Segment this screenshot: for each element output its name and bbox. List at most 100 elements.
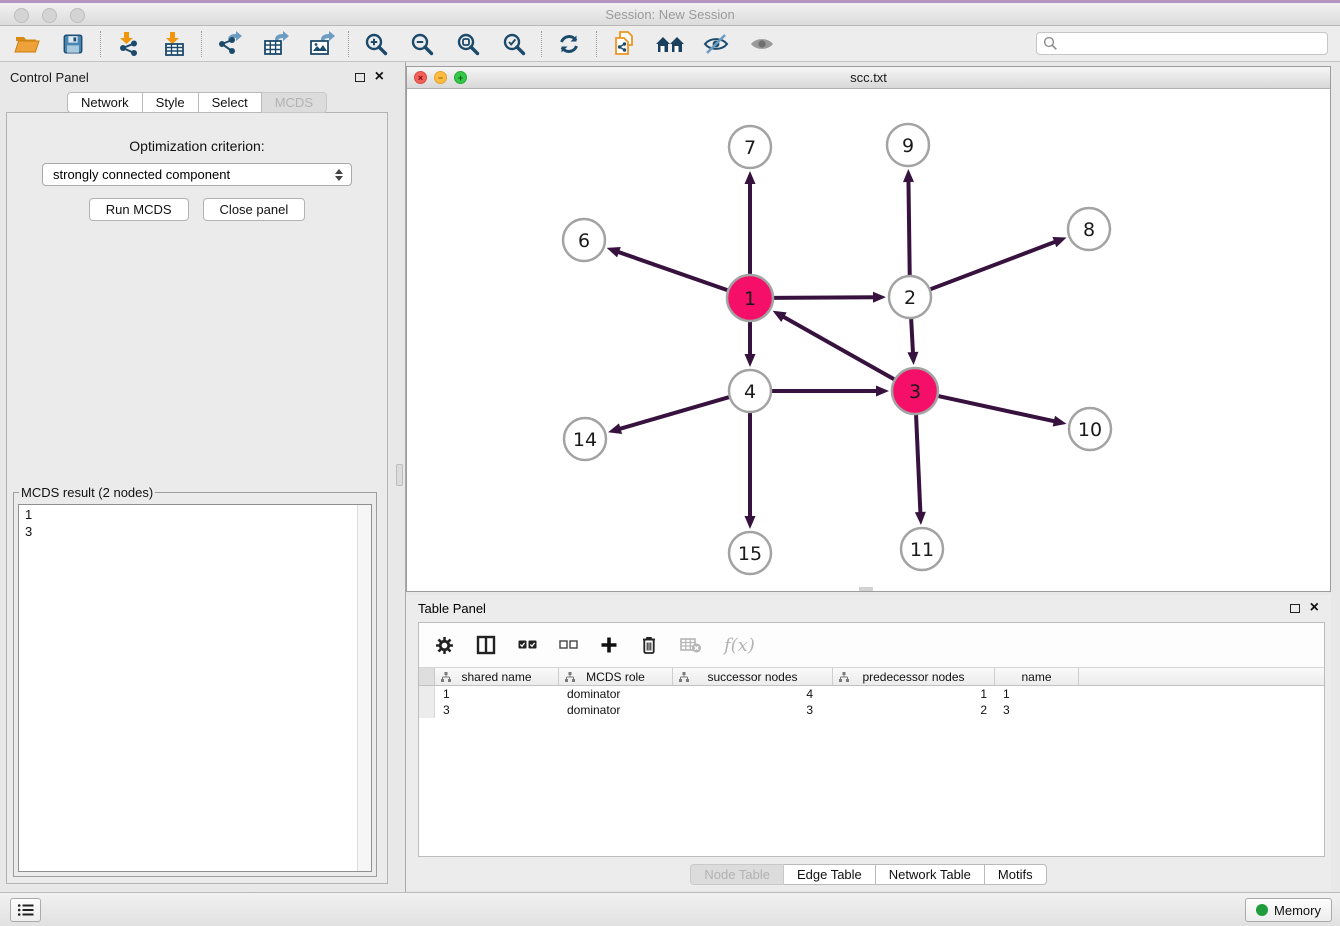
zoom-in-button[interactable]: [361, 30, 391, 58]
show-details-button[interactable]: [747, 30, 777, 58]
column-header-shared-name[interactable]: shared name: [435, 668, 559, 685]
graph-arrowhead-icon: [876, 386, 889, 397]
clone-network-button[interactable]: [609, 30, 639, 58]
graph-edge-4-14[interactable]: [619, 397, 729, 429]
table-cell[interactable]: 3: [435, 702, 559, 718]
table-cell[interactable]: dominator: [559, 702, 673, 718]
close-table-panel-icon[interactable]: ×: [1310, 603, 1319, 613]
graph-edge-3-1[interactable]: [782, 316, 894, 379]
criterion-select[interactable]: strongly connected component: [42, 163, 352, 186]
table-row[interactable]: 1dominator411: [435, 686, 1324, 702]
export-image-button[interactable]: [306, 30, 336, 58]
toolbar-separator: [596, 31, 597, 57]
open-file-button[interactable]: [12, 30, 42, 58]
graph-arrowhead-icon: [1052, 237, 1066, 247]
export-network-button[interactable]: [214, 30, 244, 58]
table-header-row: shared nameMCDS rolesuccessor nodesprede…: [419, 667, 1324, 686]
table-tab-motifs[interactable]: Motifs: [985, 864, 1047, 885]
graph-edge-2-8[interactable]: [931, 241, 1057, 289]
graph-edge-1-2[interactable]: [774, 297, 875, 298]
canvas-resize-handle[interactable]: [859, 587, 873, 591]
hierarchy-icon: [679, 672, 689, 682]
memory-button[interactable]: Memory: [1245, 898, 1332, 922]
import-network-button[interactable]: [113, 30, 143, 58]
graph-edge-3-11[interactable]: [916, 415, 920, 514]
delete-table-button[interactable]: [680, 637, 702, 653]
graph-arrowhead-icon: [873, 292, 886, 303]
mcds-result-item: 1: [25, 506, 371, 523]
show-columns-button[interactable]: [476, 635, 496, 655]
select-stepper-icon: [335, 169, 343, 181]
application-window: Session: New Session: [0, 0, 1340, 926]
graph-node-label: 4: [744, 381, 756, 403]
columns-icon: [476, 635, 496, 655]
result-scrollbar[interactable]: [357, 505, 371, 871]
table-cell[interactable]: 1: [833, 686, 995, 702]
trash-icon: [640, 635, 658, 655]
refresh-layout-button[interactable]: [554, 30, 584, 58]
create-column-button[interactable]: [600, 636, 618, 654]
splitter-handle-icon[interactable]: [396, 464, 403, 486]
panel-splitter[interactable]: [394, 62, 406, 892]
tab-style[interactable]: Style: [143, 92, 199, 113]
zoom-selected-button[interactable]: [499, 30, 529, 58]
table-cell[interactable]: 3: [673, 702, 833, 718]
tab-select[interactable]: Select: [199, 92, 262, 113]
save-session-button[interactable]: [58, 30, 88, 58]
table-cell[interactable]: 1: [995, 686, 1079, 702]
table-settings-button[interactable]: [435, 636, 454, 655]
column-header-name[interactable]: name: [995, 668, 1079, 685]
table-cell[interactable]: 4: [673, 686, 833, 702]
float-table-panel-icon[interactable]: [1290, 604, 1300, 613]
table-panel: Table Panel ×: [406, 595, 1331, 890]
zoom-out-icon: [410, 32, 434, 56]
homes-icon: [655, 33, 685, 55]
hide-details-button[interactable]: [701, 30, 731, 58]
graph-edge-1-6[interactable]: [617, 252, 727, 291]
zoom-fit-button[interactable]: [453, 30, 483, 58]
network-canvas[interactable]: 7968124314101511: [407, 89, 1330, 591]
table-cell[interactable]: 1: [435, 686, 559, 702]
table-type-tabs: Node TableEdge TableNetwork TableMotifs: [690, 864, 1046, 885]
search-input[interactable]: [1058, 36, 1321, 51]
table-tab-edge-table[interactable]: Edge Table: [784, 864, 876, 885]
select-all-columns-button[interactable]: [518, 639, 537, 651]
copy-network-icon: [611, 30, 637, 57]
tab-mcds[interactable]: MCDS: [262, 92, 327, 113]
task-history-button[interactable]: [10, 898, 41, 922]
export-table-button[interactable]: [260, 30, 290, 58]
zoom-fit-icon: [456, 32, 480, 56]
close-panel-icon[interactable]: ×: [375, 72, 384, 82]
search-field[interactable]: [1036, 32, 1328, 55]
float-panel-icon[interactable]: [355, 73, 365, 82]
close-panel-button[interactable]: Close panel: [203, 198, 306, 221]
network-graph[interactable]: 7968124314101511: [407, 89, 1330, 591]
table-row[interactable]: 3dominator323: [435, 702, 1324, 718]
import-table-button[interactable]: [159, 30, 189, 58]
table-cell[interactable]: 3: [995, 702, 1079, 718]
table-tab-node-table[interactable]: Node Table: [690, 864, 784, 885]
plus-icon: [600, 636, 618, 654]
column-header-successor-nodes[interactable]: successor nodes: [673, 668, 833, 685]
function-builder-button[interactable]: f(x): [724, 635, 755, 656]
column-header-predecessor-nodes[interactable]: predecessor nodes: [833, 668, 995, 685]
graph-edge-2-9[interactable]: [908, 180, 909, 275]
run-mcds-button[interactable]: Run MCDS: [89, 198, 189, 221]
column-header-mcds-role[interactable]: MCDS role: [559, 668, 673, 685]
control-panel-tabs: NetworkStyleSelectMCDS: [67, 92, 327, 113]
network-window-titlebar[interactable]: × − + scc.txt: [407, 67, 1330, 89]
zoom-out-button[interactable]: [407, 30, 437, 58]
deselect-all-columns-button[interactable]: [559, 639, 578, 651]
toolbar-separator: [100, 31, 101, 57]
graph-arrowhead-icon: [1053, 416, 1067, 427]
table-cell[interactable]: 2: [833, 702, 995, 718]
hierarchy-icon: [565, 672, 575, 682]
delete-column-button[interactable]: [640, 635, 658, 655]
graph-edge-3-10[interactable]: [938, 396, 1055, 421]
homes-button[interactable]: [655, 30, 685, 58]
tab-network[interactable]: Network: [67, 92, 143, 113]
graph-node-label: 10: [1078, 419, 1102, 441]
table-cell[interactable]: dominator: [559, 686, 673, 702]
table-tab-network-table[interactable]: Network Table: [876, 864, 985, 885]
graph-edge-2-3[interactable]: [911, 319, 913, 354]
